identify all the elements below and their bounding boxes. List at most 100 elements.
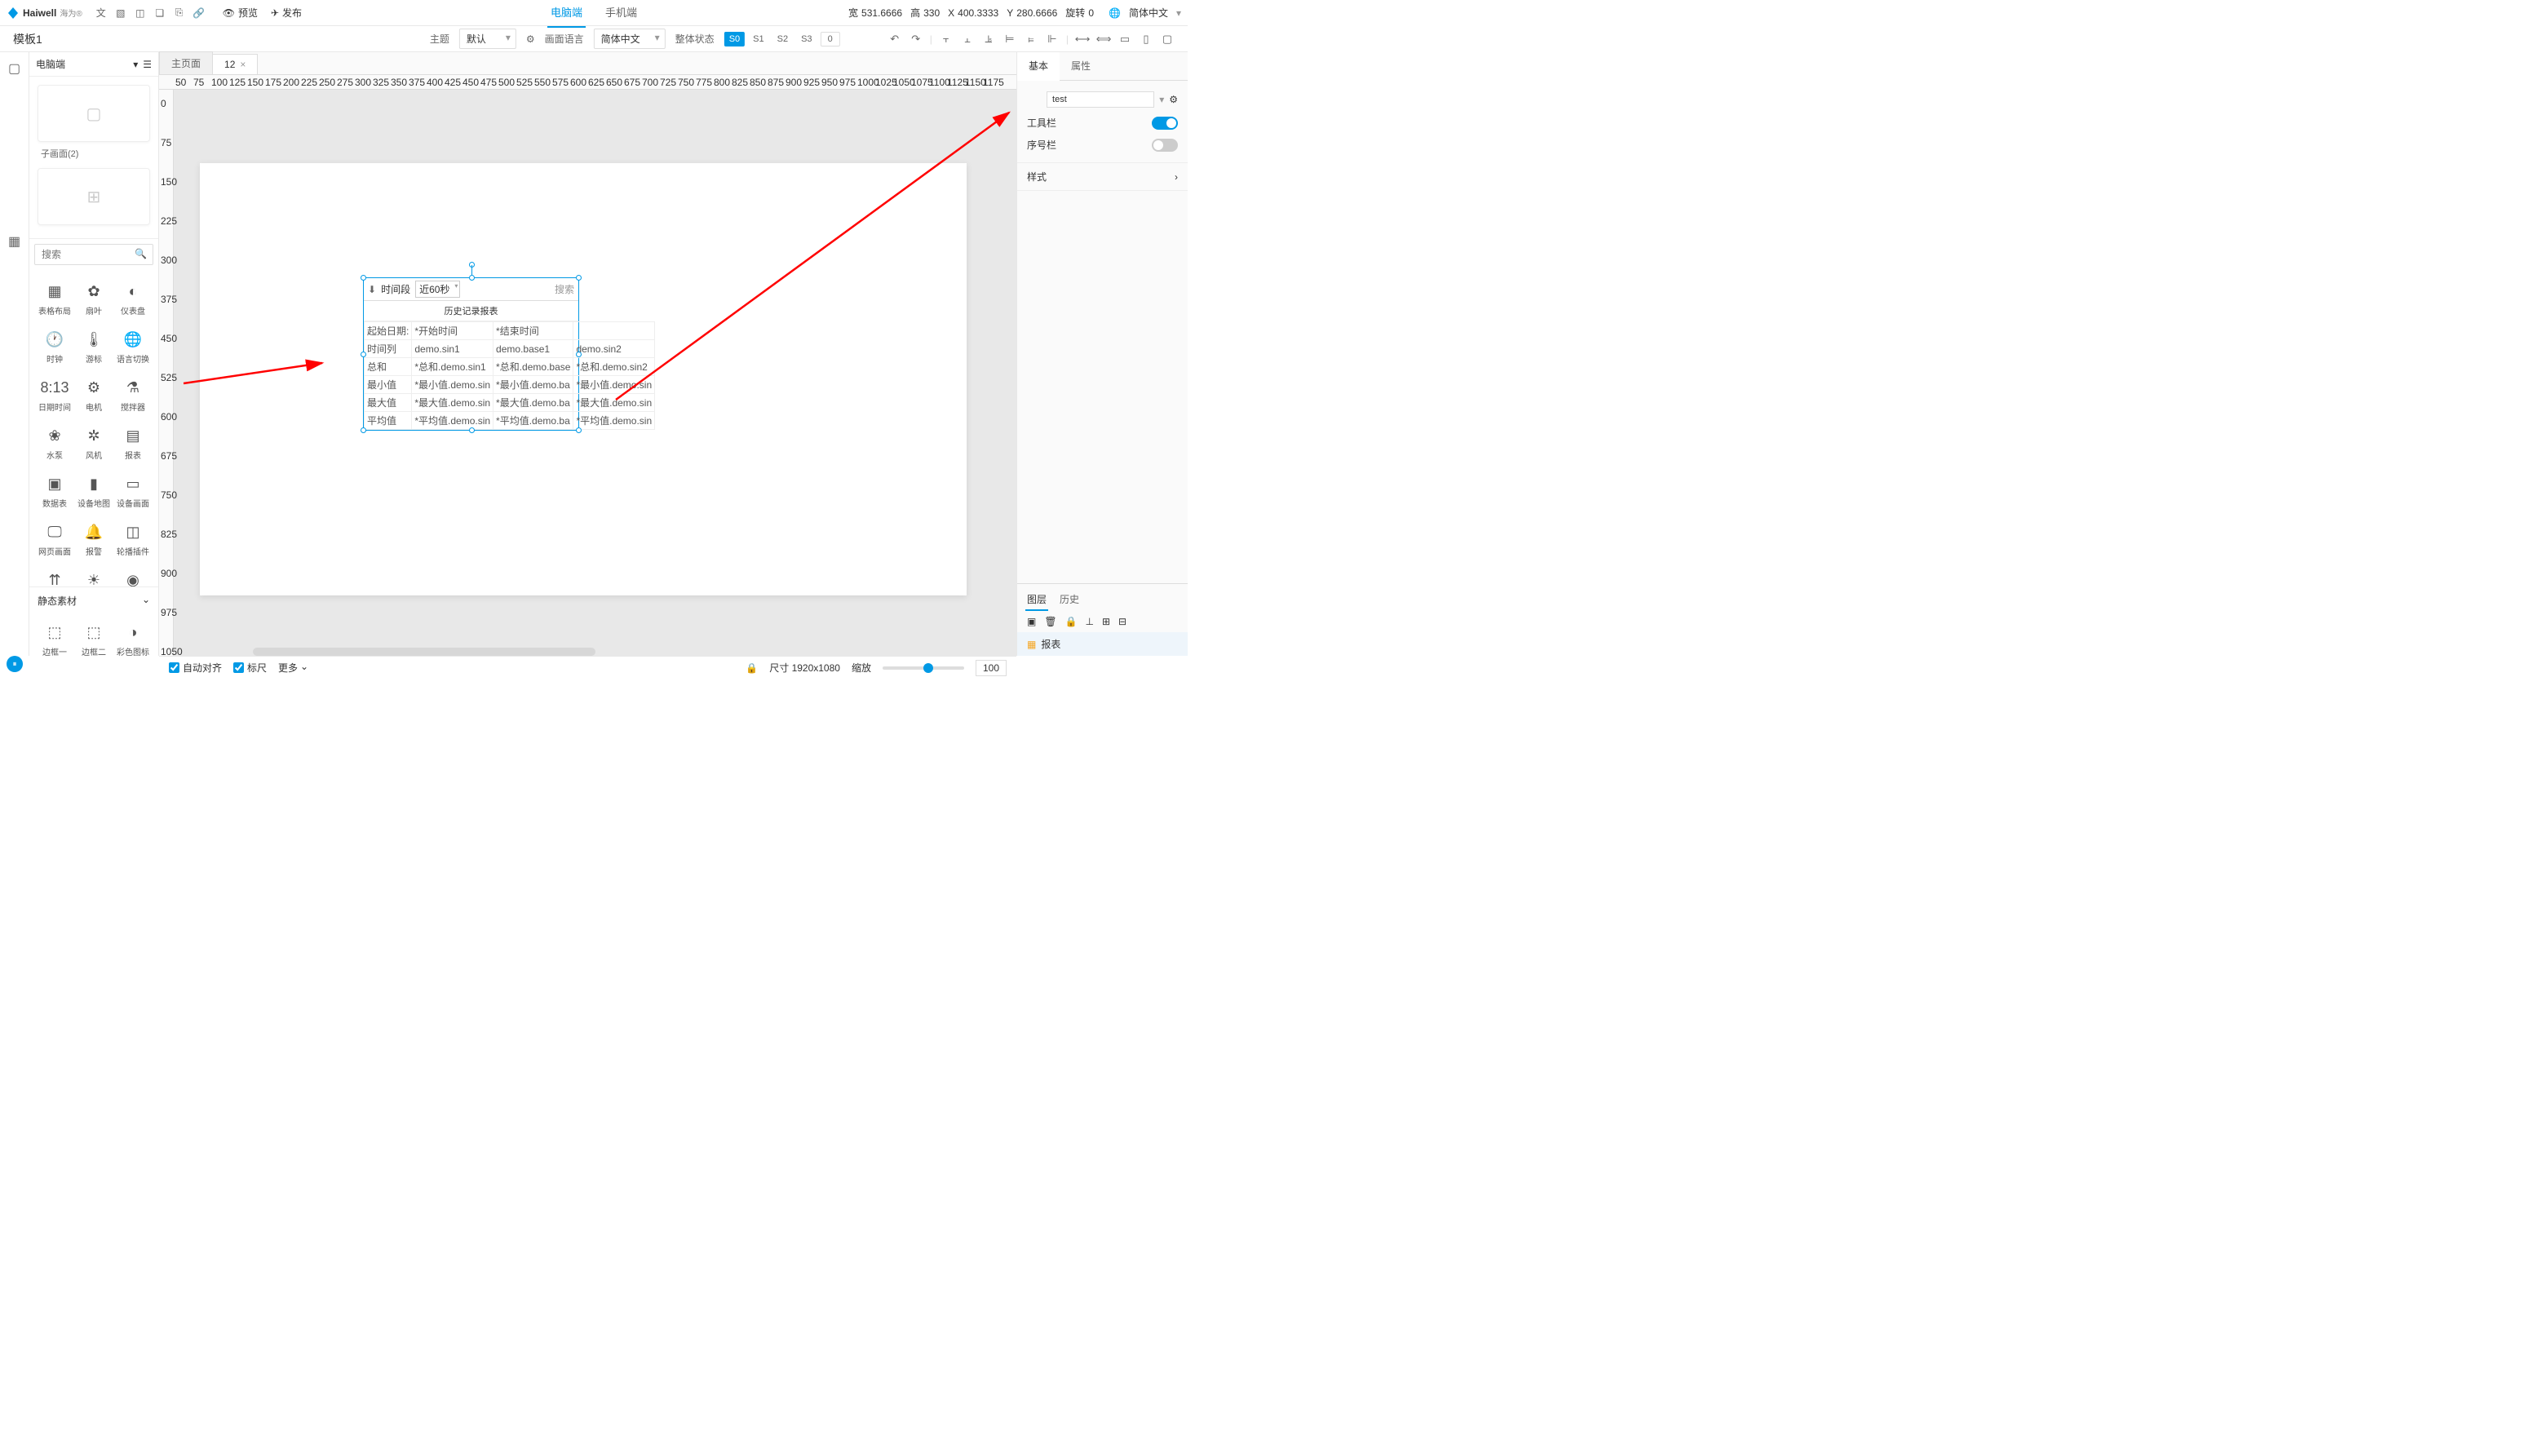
tab-attributes[interactable]: 属性 — [1060, 52, 1102, 80]
lock-icon[interactable]: 🔒 — [746, 662, 758, 674]
language-select[interactable]: 简体中文 — [1129, 6, 1168, 20]
tab-mobile[interactable]: 手机端 — [602, 0, 640, 28]
widget-仪表盘[interactable]: ◐仪表盘 — [114, 277, 152, 321]
same-w-icon[interactable]: ▭ — [1118, 32, 1132, 46]
align-hcenter-icon[interactable]: ⫢ — [1024, 32, 1038, 46]
widget-语言切换[interactable]: 🌐语言切换 — [114, 325, 152, 370]
toolbar-toggle[interactable] — [1152, 117, 1178, 130]
align-right-icon[interactable]: ⊩ — [1045, 32, 1060, 46]
time-select[interactable]: 近60秒 — [415, 281, 460, 298]
dist-h-icon[interactable]: ⟷ — [1075, 32, 1090, 46]
page-tab-12[interactable]: 12× — [212, 54, 258, 74]
page-lang-select[interactable]: 简体中文 — [594, 29, 666, 49]
download-icon[interactable]: ⬇ — [368, 284, 376, 295]
search-icon[interactable]: 🔍 — [135, 248, 147, 259]
publish-button[interactable]: ✈ 发布 — [264, 2, 308, 23]
widget-label: 搅拌器 — [121, 401, 145, 413]
tree-icon[interactable]: ⊥ — [1086, 616, 1094, 627]
widget-摄像头[interactable]: ◉摄像头 — [114, 565, 152, 586]
widget-游标[interactable]: 🌡游标 — [75, 325, 113, 370]
widget-风机[interactable]: ✲风机 — [75, 421, 113, 466]
pause-badge-icon[interactable]: ⏸ — [7, 656, 23, 672]
ungroup-icon[interactable]: ⊟ — [1118, 616, 1126, 627]
widget-报警[interactable]: 🔔报警 — [75, 517, 113, 562]
redo-icon[interactable]: ↷ — [909, 32, 923, 46]
widget-搅拌器[interactable]: ⚗搅拌器 — [114, 373, 152, 418]
subcanvas-thumb-2[interactable]: ⊞ — [38, 168, 150, 225]
widget-日期时间[interactable]: 8:13日期时间 — [36, 373, 73, 418]
tab-desktop[interactable]: 电脑端 — [547, 0, 586, 28]
image-tool-icon[interactable]: ▧ — [112, 4, 130, 22]
widget-设备地图[interactable]: ▮设备地图 — [75, 469, 113, 514]
widget-设备画面[interactable]: ▭设备画面 — [114, 469, 152, 514]
widget-轮播插件[interactable]: ◫轮播插件 — [114, 517, 152, 562]
widget-水泵[interactable]: ❀水泵 — [36, 421, 73, 466]
tab-layers[interactable]: 图层 — [1025, 589, 1048, 611]
align-vcenter-icon[interactable]: ⫠ — [960, 32, 975, 46]
widget-报表[interactable]: ▤报表 — [114, 421, 152, 466]
align-top-icon[interactable]: ⫟ — [939, 32, 954, 46]
widget-扇叶[interactable]: ✿扇叶 — [75, 277, 113, 321]
components-icon[interactable]: ▦ — [5, 232, 24, 251]
tab-basic[interactable]: 基本 — [1017, 52, 1060, 81]
report-widget[interactable]: ⬇ 时间段 近60秒 搜索 历史记录报表 起始日期:*开始时间*结束时间时间列d… — [363, 277, 579, 431]
widget-电机[interactable]: ⚙电机 — [75, 373, 113, 418]
static-彩色图标[interactable]: ◑彩色图标 — [114, 617, 152, 656]
align-bottom-icon[interactable]: ⫡ — [981, 32, 996, 46]
ruler-checkbox[interactable]: 标尺 — [233, 661, 267, 675]
align-left-icon[interactable]: ⊨ — [1003, 32, 1017, 46]
sequence-toggle[interactable] — [1152, 139, 1178, 152]
layers-icon[interactable]: ❏ — [151, 4, 169, 22]
static-assets-header[interactable]: 静态素材 ⌄ — [29, 586, 158, 614]
static-边框一[interactable]: ⬚边框一 — [36, 617, 73, 656]
widget-滚动列表[interactable]: ⇈滚动列表 — [36, 565, 73, 586]
undo-icon[interactable]: ↶ — [887, 32, 902, 46]
widget-时钟[interactable]: 🕐时钟 — [36, 325, 73, 370]
globe-icon[interactable]: 🌐 — [1109, 7, 1121, 19]
pages-icon[interactable]: ▢ — [5, 59, 24, 78]
state-extra[interactable]: 0 — [821, 32, 840, 46]
widget-数据表[interactable]: ▣数据表 — [36, 469, 73, 514]
same-h-icon[interactable]: ▯ — [1139, 32, 1153, 46]
group-icon[interactable]: ⊞ — [1102, 616, 1110, 627]
zoom-slider[interactable] — [883, 666, 964, 670]
close-tab-icon[interactable]: × — [240, 59, 246, 70]
auto-align-checkbox[interactable]: 自动对齐 — [169, 661, 222, 675]
state-s0[interactable]: S0 — [724, 32, 745, 46]
design-canvas[interactable]: ⬇ 时间段 近60秒 搜索 历史记录报表 起始日期:*开始时间*结束时间时间列d… — [200, 163, 967, 595]
link-icon[interactable]: 🔗 — [190, 4, 208, 22]
state-s1[interactable]: S1 — [748, 32, 768, 46]
subcanvas-thumb[interactable]: ▢ — [38, 85, 150, 142]
preview-button[interactable]: 👁 预览 — [216, 2, 264, 23]
text-tool-icon[interactable]: 文 — [92, 4, 110, 22]
image-icon[interactable]: ▣ — [1027, 616, 1036, 627]
state-s2[interactable]: S2 — [772, 32, 793, 46]
static-边框二[interactable]: ⬚边框二 — [75, 617, 113, 656]
widget-网页画面[interactable]: 🖵网页画面 — [36, 517, 73, 562]
layer-item-report[interactable]: ▦ 报表 — [1017, 632, 1188, 656]
state-s3[interactable]: S3 — [796, 32, 817, 46]
style-expand[interactable]: 样式 › — [1017, 163, 1188, 191]
dist-v-icon[interactable]: ⟺ — [1096, 32, 1111, 46]
zoom-value[interactable]: 100 — [976, 660, 1007, 676]
eye-icon: 👁 — [223, 7, 235, 19]
settings-icon[interactable]: ⚙ — [526, 33, 535, 45]
y-value: 280.6666 — [1016, 7, 1057, 19]
more-button[interactable]: 更多⌄ — [278, 661, 308, 675]
lock-icon[interactable]: 🔒 — [1065, 616, 1078, 627]
gear-icon[interactable]: ⚙ — [1169, 94, 1178, 105]
tab-history[interactable]: 历史 — [1058, 589, 1081, 611]
theme-select[interactable]: 默认 — [459, 29, 516, 49]
device-select[interactable]: 电脑端 ▾☰ — [29, 52, 158, 77]
crop-tool-icon[interactable]: ◫ — [131, 4, 149, 22]
copy-icon[interactable]: ⎘ — [170, 4, 188, 22]
widget-name-input[interactable] — [1047, 91, 1154, 108]
widget-天气[interactable]: ☀天气 — [75, 565, 113, 586]
report-search[interactable]: 搜索 — [555, 282, 574, 296]
widget-表格布局[interactable]: ▦表格布局 — [36, 277, 73, 321]
delete-icon[interactable]: 🗑 — [1044, 616, 1056, 627]
same-size-icon[interactable]: ▢ — [1160, 32, 1175, 46]
page-tab-main[interactable]: 主页面 — [159, 51, 213, 74]
menu-icon[interactable]: ☰ — [143, 59, 152, 70]
horizontal-scrollbar[interactable] — [253, 648, 595, 656]
